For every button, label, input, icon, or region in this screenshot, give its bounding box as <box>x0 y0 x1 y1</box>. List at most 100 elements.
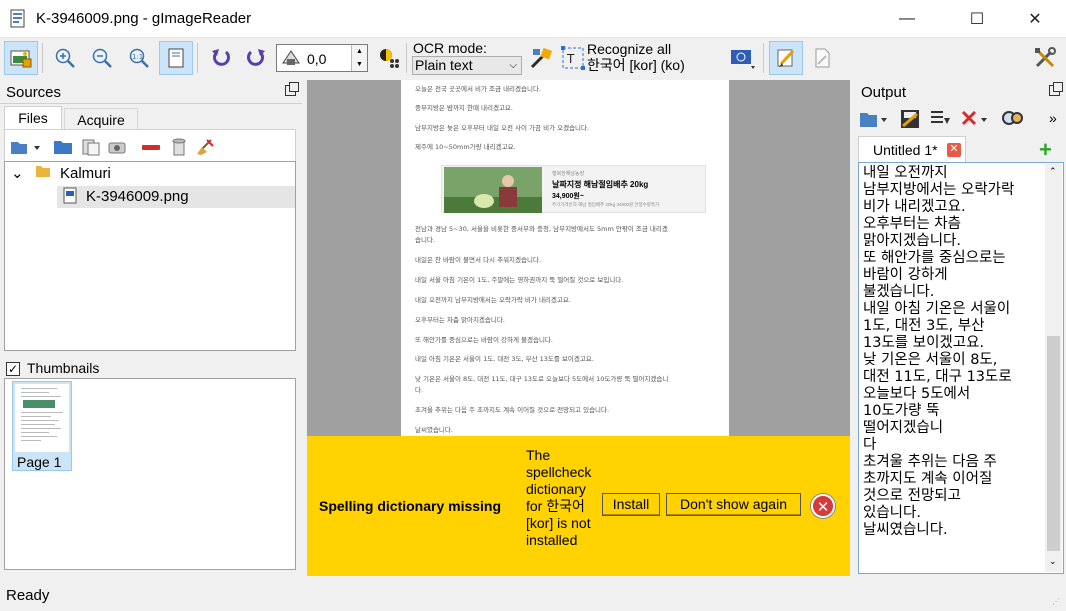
zoom-in-icon <box>55 48 75 68</box>
settings-button[interactable] <box>1028 41 1062 75</box>
folder-icon <box>35 163 51 185</box>
scrollbar-thumb[interactable] <box>1047 336 1060 551</box>
autodetect-layout-button[interactable] <box>524 41 558 75</box>
ocr-mode-label: OCR mode: <box>413 40 487 56</box>
scroll-up-icon[interactable]: ⌃ <box>1049 166 1057 177</box>
image-canvas[interactable]: 오늘은 전국 곳곳에서 비가 조금 내리겠습니다. 중부지방은 밤까지 한때 내… <box>307 80 850 436</box>
rotation-spinbox[interactable]: 0,0 ▲ ▼ <box>276 44 368 72</box>
thumbnail-list[interactable]: Page 1 <box>4 378 296 570</box>
output-pane-toggle[interactable] <box>769 41 803 75</box>
open-folder-button[interactable] <box>53 138 73 156</box>
output-text-area[interactable]: 내일 오전까지 남부지방에서는 오락가락 비가 내리겠고요. 오후부터는 차츰 … <box>858 162 1064 574</box>
minus-icon <box>142 145 160 150</box>
doc-line: 제주에 10~50mm가량 내리겠고요. <box>415 143 516 151</box>
ocr-mode-value: Plain text <box>415 57 473 73</box>
spelling-infobar: Spelling dictionary missing The spellche… <box>307 436 850 576</box>
recognize-button-icon[interactable]: T <box>558 41 588 75</box>
tab-close-icon[interactable]: ✕ <box>947 143 961 157</box>
ocr-mode-select[interactable]: Plain text ⌵ <box>412 56 522 75</box>
zoom-out-button[interactable] <box>85 41 119 75</box>
paste-button[interactable] <box>81 138 101 156</box>
output-panel: Output » Untitled 1* ✕ + 내일 오전까지 남부지방에서는… <box>855 80 1066 577</box>
save-icon <box>901 110 919 128</box>
doc-line: 내일 아침 기온은 서울이 1도, 대전 3도, 부산 13도를 보이겠고요. <box>415 355 594 363</box>
language-menu-button[interactable] <box>726 41 760 75</box>
angle-icon <box>282 50 300 65</box>
remove-button[interactable] <box>141 138 161 156</box>
screenshot-button[interactable] <box>107 138 127 156</box>
app-icon <box>10 9 26 29</box>
add-image-button[interactable] <box>4 41 38 75</box>
folder-icon <box>54 141 72 154</box>
doc-line: 중부지방은 밤까지 한때 내리겠고요. <box>415 104 513 112</box>
thumbnail-item[interactable]: Page 1 <box>12 381 72 471</box>
recognize-language: 한국어 [kor] (ko) <box>587 57 685 73</box>
trash-icon <box>172 138 186 156</box>
color-adjust-icon <box>380 49 399 68</box>
tab-untitled-1[interactable]: Untitled 1* ✕ <box>858 136 966 162</box>
delete-button[interactable] <box>169 138 189 156</box>
recognize-selection-icon: T <box>561 46 585 70</box>
rotate-right-button[interactable] <box>239 41 273 75</box>
tree-expander[interactable]: ⌄ <box>11 163 24 185</box>
ad-desc: 주기가격인하 해남 절임배추 20kg 34900원 안정수량특가 <box>552 202 660 207</box>
tree-folder-label[interactable]: Kalmuri <box>60 163 111 185</box>
rotate-left-button[interactable] <box>204 41 238 75</box>
open-file-button[interactable] <box>10 138 40 156</box>
spin-arrows[interactable]: ▲ ▼ <box>351 45 367 71</box>
thumbnails-checkbox[interactable]: ✓ <box>6 362 20 376</box>
minimize-button[interactable]: — <box>884 0 930 38</box>
maximize-button[interactable]: ☐ <box>954 0 1000 38</box>
scroll-down-icon[interactable]: ⌄ <box>1049 556 1057 567</box>
zoom-out-icon <box>92 48 112 68</box>
file-tree[interactable]: ⌄ Kalmuri K-3946009.png <box>4 161 296 351</box>
add-tab-button[interactable]: + <box>1039 139 1052 161</box>
tools-icon <box>1035 47 1056 68</box>
image-file-icon <box>62 186 78 208</box>
doc-line: 또 해안가를 중심으로는 바람이 강하게 불겠습니다. <box>415 336 553 344</box>
document-button[interactable] <box>805 41 839 75</box>
camera-icon <box>108 142 126 154</box>
image-add-icon <box>10 50 32 68</box>
zoom-original-icon: 1:1 <box>129 48 149 68</box>
zoom-in-button[interactable] <box>48 41 82 75</box>
doc-line: 오후부터는 차츰 맑아지겠습니다. <box>415 316 505 324</box>
document-page: 오늘은 전국 곳곳에서 비가 조금 내리겠습니다. 중부지방은 밤까지 한때 내… <box>401 80 729 436</box>
output-text[interactable]: 내일 오전까지 남부지방에서는 오락가락 비가 내리겠고요. 오후부터는 차츰 … <box>863 165 1041 571</box>
doc-line: 내일 오전까지 남부지방에서는 오락가락 비가 내리겠고요. <box>415 296 571 304</box>
recognize-all-button[interactable]: Recognize all 한국어 [kor] (ko) <box>587 41 685 73</box>
clear-output-icon <box>961 110 987 126</box>
status-text: Ready <box>6 587 50 604</box>
infobar-title: Spelling dictionary missing <box>319 498 502 514</box>
doc-line: 습니다. <box>415 236 436 244</box>
zoom-original-button[interactable]: 1:1 <box>122 41 156 75</box>
dont-show-again-button[interactable]: Don't show again <box>666 493 801 516</box>
tab-files[interactable]: Files <box>4 106 62 130</box>
status-bar: Ready ⋰ <box>0 583 1066 611</box>
output-title: Output <box>861 84 907 101</box>
close-button[interactable]: ✕ <box>1012 0 1058 38</box>
undock-icon[interactable] <box>285 82 299 96</box>
doc-line: 초겨울 추위는 다음 주 초까지도 계속 이어질 것으로 전망되고 있습니다. <box>415 406 610 414</box>
undock-icon[interactable] <box>1049 82 1063 96</box>
output-scrollbar[interactable]: ⌃ ⌄ <box>1045 164 1062 572</box>
infobar-close-icon[interactable]: ✕ <box>811 494 835 518</box>
doc-line: 전남과 경남 5~30, 서울을 비롯한 중서부와 충청, 남부지방에서도 5m… <box>415 225 668 233</box>
recognize-all-label: Recognize all <box>587 41 672 57</box>
resize-grip-icon[interactable]: ⋰ <box>1052 597 1062 607</box>
window-title: K-3946009.png - gImageReader <box>36 10 252 27</box>
image-controls-button[interactable] <box>372 41 406 75</box>
doc-line: 내일 서울 아침 기온이 1도, 주말에는 영하권까지 뚝 떨어질 것으로 보입… <box>415 276 624 284</box>
install-button[interactable]: Install <box>602 493 660 516</box>
toolbar-overflow[interactable]: » <box>1049 110 1057 126</box>
sources-header: Sources <box>0 80 302 104</box>
open-output-icon <box>860 113 887 127</box>
best-fit-button[interactable] <box>159 41 193 75</box>
tab-acquire[interactable]: Acquire <box>64 108 138 130</box>
magic-wand-icon <box>530 47 553 69</box>
pencil-icon <box>777 49 795 67</box>
rotation-value: 0,0 <box>307 51 327 67</box>
clear-button[interactable] <box>195 138 215 156</box>
tree-file-label[interactable]: K-3946009.png <box>86 186 189 208</box>
find-replace-icon <box>1002 111 1023 125</box>
